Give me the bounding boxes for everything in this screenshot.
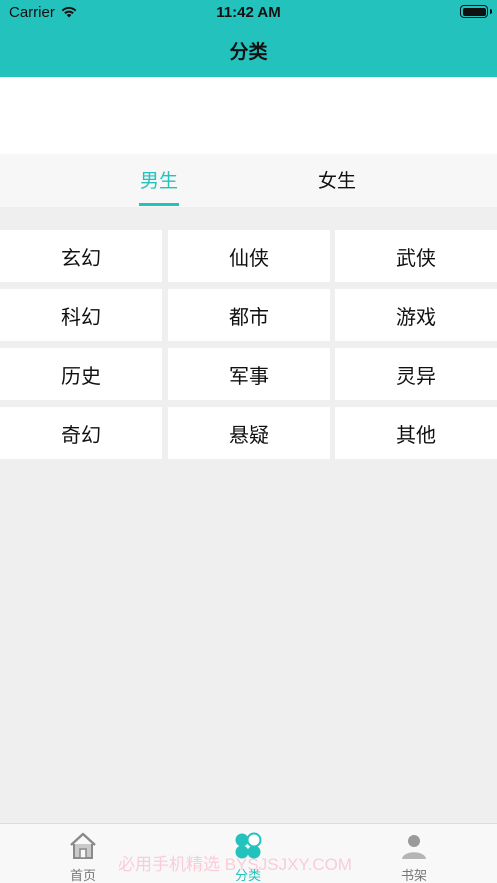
battery-icon bbox=[460, 5, 488, 18]
gender-tab-bar: 男生 女生 bbox=[0, 154, 497, 207]
category-item[interactable]: 悬疑 bbox=[168, 407, 330, 459]
tab-female[interactable]: 女生 bbox=[297, 168, 377, 207]
category-item[interactable]: 科幻 bbox=[0, 289, 162, 341]
category-item[interactable]: 游戏 bbox=[335, 289, 497, 341]
category-item[interactable]: 历史 bbox=[0, 348, 162, 400]
category-item[interactable]: 军事 bbox=[168, 348, 330, 400]
status-time: 11:42 AM bbox=[216, 4, 281, 21]
category-item[interactable]: 玄幻 bbox=[0, 230, 162, 282]
category-item[interactable]: 奇幻 bbox=[0, 407, 162, 459]
watermark-text: 必用手机精选 BYSJSJXY.COM bbox=[118, 855, 352, 874]
category-item[interactable]: 都市 bbox=[168, 289, 330, 341]
tab-male[interactable]: 男生 bbox=[119, 168, 199, 207]
banner-area bbox=[0, 77, 497, 154]
home-icon bbox=[70, 832, 96, 859]
header: Carrier 11:42 AM 分类 bbox=[0, 0, 497, 77]
bookshelf-user-icon bbox=[402, 835, 426, 859]
page-title: 分类 bbox=[229, 41, 268, 63]
tab-selected-indicator bbox=[139, 203, 179, 206]
category-item[interactable]: 仙侠 bbox=[168, 230, 330, 282]
tab-female-label: 女生 bbox=[317, 170, 356, 192]
category-item[interactable]: 武侠 bbox=[335, 230, 497, 282]
category-item[interactable]: 灵异 bbox=[335, 348, 497, 400]
status-bar: Carrier 11:42 AM bbox=[0, 0, 497, 26]
category-item[interactable]: 其他 bbox=[335, 407, 497, 459]
tab-male-label: 男生 bbox=[139, 170, 178, 192]
